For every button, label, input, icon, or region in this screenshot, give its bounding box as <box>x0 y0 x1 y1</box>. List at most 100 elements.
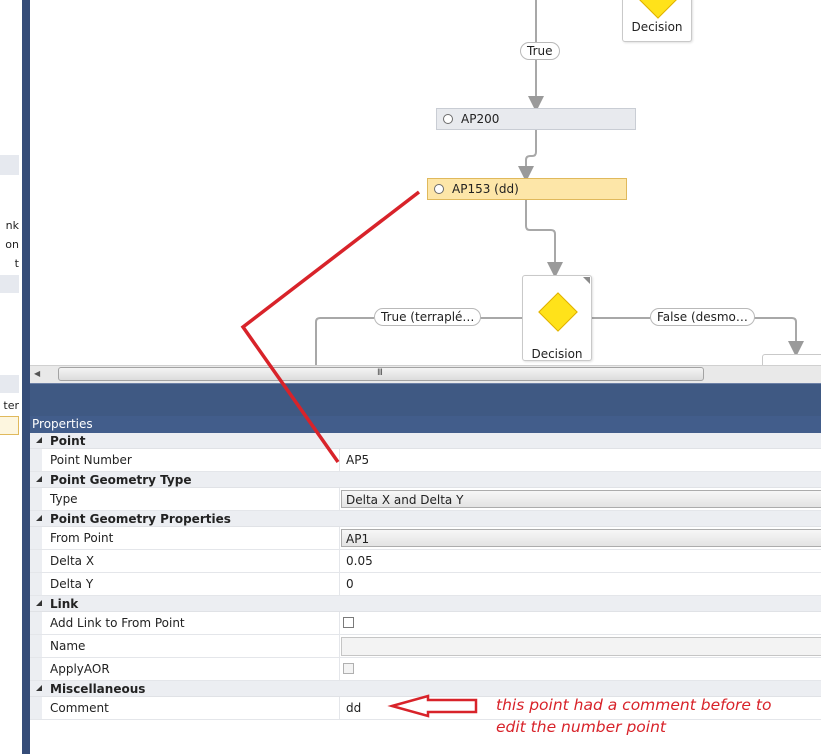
decision-diamond-icon <box>638 0 678 19</box>
column-divider <box>339 612 340 634</box>
left-panel-section-band <box>0 155 19 175</box>
decision-label: Decision <box>531 347 583 361</box>
node-label: AP153 (dd) <box>452 182 519 196</box>
row-gutter <box>30 488 42 510</box>
point-number-value[interactable]: AP5 <box>346 453 369 467</box>
left-panel-edge <box>22 0 30 754</box>
property-label: Delta X <box>50 554 95 568</box>
row-gutter <box>30 573 42 595</box>
left-panel-input[interactable] <box>0 416 19 435</box>
pane-splitter[interactable] <box>30 383 821 417</box>
delta-y-value[interactable]: 0 <box>346 577 354 591</box>
connector-label-false-branch[interactable]: False (desmo… <box>650 308 755 326</box>
scroll-left-icon[interactable]: ◀ <box>34 369 40 378</box>
expand-corner-icon <box>583 277 590 284</box>
row-gutter <box>30 697 42 719</box>
column-divider <box>339 488 340 510</box>
canvas-horizontal-scrollbar[interactable]: ◀ III <box>30 365 821 384</box>
collapse-triangle-icon[interactable] <box>36 437 42 443</box>
collapse-triangle-icon[interactable] <box>36 515 42 521</box>
annotation-note-line: this point had a comment before to <box>496 696 772 714</box>
node-status-icon <box>443 114 453 124</box>
category-point-geometry-type[interactable]: Point Geometry Type <box>30 472 821 488</box>
column-divider <box>339 527 340 549</box>
column-divider <box>339 635 340 657</box>
collapse-triangle-icon[interactable] <box>36 600 42 606</box>
activity-node-partial[interactable] <box>762 354 821 365</box>
property-label: From Point <box>50 531 114 545</box>
left-panel-item[interactable]: t <box>15 257 19 270</box>
column-divider <box>339 550 340 572</box>
from-point-dropdown[interactable]: AP1 <box>341 529 821 547</box>
property-row-from-point[interactable]: From Point AP1 <box>30 527 821 550</box>
annotation-note-line: edit the number point <box>496 718 667 736</box>
name-field-disabled <box>341 637 821 656</box>
collapse-triangle-icon[interactable] <box>36 476 42 482</box>
type-dropdown[interactable]: Delta X and Delta Y <box>341 490 821 508</box>
connector <box>525 200 563 278</box>
row-gutter <box>30 527 42 549</box>
property-label: ApplyAOR <box>50 662 110 676</box>
row-gutter <box>30 658 42 680</box>
from-point-dropdown-value: AP1 <box>346 532 370 546</box>
node-label: AP200 <box>461 112 500 126</box>
properties-header: Properties <box>30 416 821 433</box>
decision-node-main[interactable]: Decision <box>522 275 592 361</box>
property-row-name[interactable]: Name <box>30 635 821 658</box>
column-divider <box>339 697 340 719</box>
activity-node-ap200[interactable]: AP200 <box>436 108 636 130</box>
column-divider <box>339 449 340 471</box>
property-label: Name <box>50 639 86 653</box>
property-row-point-number[interactable]: Point Number AP5 <box>30 449 821 472</box>
add-link-checkbox[interactable] <box>343 617 354 628</box>
connector <box>518 130 537 182</box>
column-divider <box>339 573 340 595</box>
category-point[interactable]: Point <box>30 433 821 449</box>
property-row-delta-x[interactable]: Delta X 0.05 <box>30 550 821 573</box>
property-label: Point Number <box>50 453 132 467</box>
decision-node-top[interactable]: Decision <box>622 0 692 42</box>
row-gutter <box>30 550 42 572</box>
property-row-applyaor[interactable]: ApplyAOR <box>30 658 821 681</box>
connector-label-true-branch[interactable]: True (terraplé… <box>374 308 482 326</box>
category-link[interactable]: Link <box>30 596 821 612</box>
category-label: Link <box>50 597 79 611</box>
property-label: Delta Y <box>50 577 94 591</box>
delta-x-value[interactable]: 0.05 <box>346 554 373 568</box>
property-row-type[interactable]: Type Delta X and Delta Y <box>30 488 821 511</box>
category-label: Point Geometry Properties <box>50 512 231 526</box>
category-point-geometry-properties[interactable]: Point Geometry Properties <box>30 511 821 527</box>
scrollbar-thumb[interactable]: III <box>58 367 704 381</box>
row-gutter <box>30 612 42 634</box>
decision-diamond-icon <box>538 292 578 332</box>
category-label: Point <box>50 434 86 448</box>
left-panel-item[interactable]: nk <box>6 219 19 232</box>
scrollbar-grip-icon: III <box>377 368 383 378</box>
comment-value[interactable]: dd <box>346 701 361 715</box>
workflow-canvas[interactable]: Decision True AP200 AP153 (dd) Decision … <box>30 0 821 365</box>
column-divider <box>339 658 340 680</box>
left-panel-item[interactable]: ter <box>3 399 19 412</box>
property-label: Add Link to From Point <box>50 616 185 630</box>
property-row-add-link[interactable]: Add Link to From Point <box>30 612 821 635</box>
left-panel-section-band <box>0 375 19 393</box>
activity-node-ap153-selected[interactable]: AP153 (dd) <box>427 178 627 200</box>
collapse-triangle-icon[interactable] <box>36 685 42 691</box>
category-label: Point Geometry Type <box>50 473 192 487</box>
left-panel-section-band <box>0 275 19 293</box>
left-panel-item[interactable]: on <box>5 238 19 251</box>
property-label: Comment <box>50 701 109 715</box>
applyaor-checkbox-disabled <box>343 663 354 674</box>
node-status-icon <box>434 184 444 194</box>
decision-label: Decision <box>631 20 683 34</box>
type-dropdown-value: Delta X and Delta Y <box>346 493 464 507</box>
connector <box>315 317 374 365</box>
property-row-delta-y[interactable]: Delta Y 0 <box>30 573 821 596</box>
property-label: Type <box>50 492 78 506</box>
row-gutter <box>30 449 42 471</box>
category-label: Miscellaneous <box>50 682 146 696</box>
row-gutter <box>30 635 42 657</box>
connector-label-true[interactable]: True <box>520 42 560 60</box>
annotation-note: this point had a comment before to edit … <box>496 694 796 738</box>
left-panel: nk on t ter <box>0 0 22 754</box>
